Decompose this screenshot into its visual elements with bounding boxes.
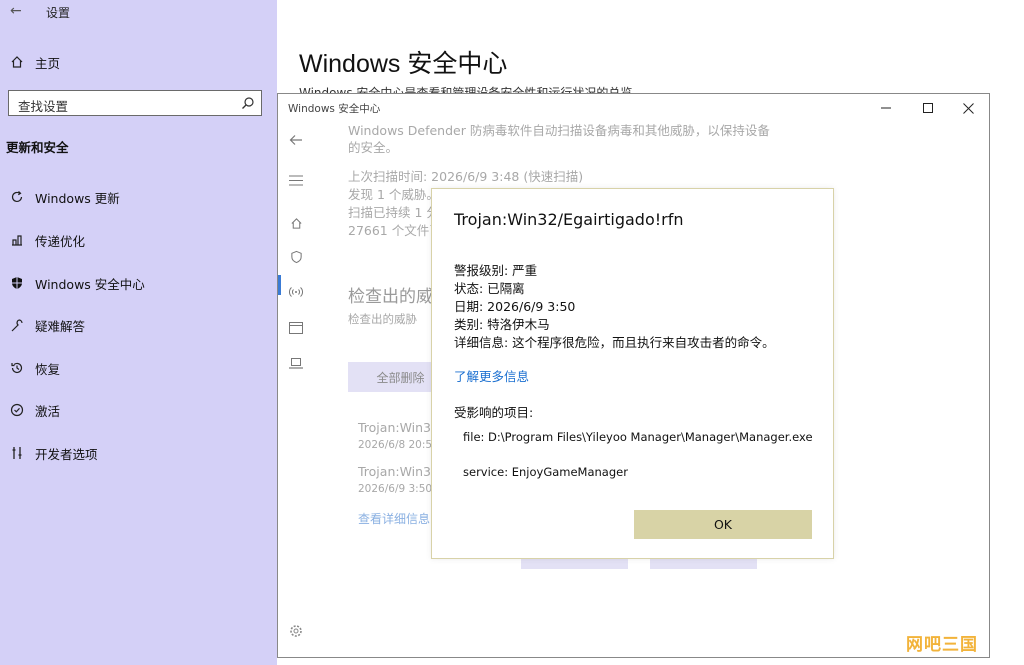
- affected-items-label: 受影响的项目:: [454, 405, 534, 420]
- shield-icon: [0, 276, 34, 290]
- learn-more-link[interactable]: 了解更多信息: [454, 366, 529, 385]
- refresh-icon: [0, 190, 34, 204]
- settings-title: 设置: [46, 6, 71, 20]
- sidebar-item-label: 恢复: [35, 361, 61, 377]
- status-text: 状态: 已隔离: [454, 281, 525, 296]
- sidebar-item-label: 激活: [35, 403, 61, 419]
- threat-name[interactable]: Trojan:Win32: [358, 420, 439, 435]
- maximize-button[interactable]: [908, 97, 948, 119]
- network-icon[interactable]: [278, 277, 314, 307]
- sidebar-item-label: 疑难解答: [35, 318, 86, 334]
- sidebar-item-label: 开发者选项: [35, 446, 98, 462]
- threat-date: 2026/6/8 20:51: [358, 439, 439, 451]
- scan-duration-text: 扫描已持续 1 分: [348, 205, 439, 220]
- search-placeholder: 查找设置: [18, 99, 69, 114]
- navigation-rail: [278, 122, 314, 657]
- settings-sidebar: ← 设置 主页 查找设置 更新和安全 Windows 更新 传递优化 Windo…: [0, 0, 277, 665]
- threats-found-text: 发现 1 个威胁。: [348, 187, 439, 202]
- history-icon: [0, 361, 34, 375]
- sidebar-item-activation[interactable]: 激活: [0, 393, 277, 427]
- settings-search-input[interactable]: 查找设置: [8, 90, 262, 116]
- threat-name[interactable]: Trojan:Win32: [358, 464, 439, 479]
- page-title: Windows 安全中心: [299, 50, 508, 78]
- description-text: Windows Defender 防病毒软件自动扫描设备病毒和其他威胁，以保持设…: [348, 123, 770, 138]
- severity-text: 警报级别: 严重: [454, 263, 538, 278]
- window-titlebar[interactable]: Windows 安全中心: [278, 94, 989, 122]
- ok-button[interactable]: OK: [634, 510, 812, 539]
- laptop-icon[interactable]: [278, 348, 314, 378]
- affected-item: service: EnjoyGameManager: [463, 465, 628, 479]
- section-heading: 更新和安全: [6, 140, 69, 155]
- sidebar-item-label: Windows 更新: [35, 190, 120, 206]
- section-heading: 检查出的威: [348, 287, 433, 307]
- sidebar-item-label: 主页: [35, 55, 61, 71]
- view-details-link[interactable]: 查看详细信息: [358, 510, 430, 527]
- threat-alert-dialog: Trojan:Win32/Egairtigado!rfn 警报级别: 严重 状态…: [431, 188, 834, 559]
- files-scanned-text: 27661 个文件已: [348, 223, 442, 238]
- home-icon: [0, 55, 34, 69]
- sidebar-item-security[interactable]: Windows 安全中心: [0, 266, 277, 300]
- sidebar-item-developer[interactable]: 开发者选项: [0, 436, 277, 470]
- date-text: 日期: 2026/6/9 3:50: [454, 299, 576, 314]
- browser-icon[interactable]: [278, 313, 314, 343]
- sidebar-item-windows-update[interactable]: Windows 更新: [0, 180, 277, 214]
- back-arrow-icon[interactable]: ←: [10, 3, 22, 19]
- sidebar-item-label: Windows 安全中心: [35, 276, 145, 292]
- window-title: Windows 安全中心: [288, 103, 381, 115]
- category-text: 类别: 特洛伊木马: [454, 317, 550, 332]
- sidebar-item-troubleshoot[interactable]: 疑难解答: [0, 308, 277, 342]
- sidebar-item-recovery[interactable]: 恢复: [0, 351, 277, 385]
- close-button[interactable]: [948, 97, 988, 119]
- section-subheading: 检查出的威胁: [348, 312, 417, 326]
- delivery-icon: [0, 233, 34, 247]
- description-text-cont: 的安全。: [348, 140, 399, 155]
- shield-icon[interactable]: [278, 242, 314, 272]
- home-icon[interactable]: [278, 208, 314, 238]
- sidebar-item-home[interactable]: 主页: [0, 45, 277, 79]
- details-text: 详细信息: 这个程序很危险，而且执行来自攻击者的命令。: [454, 335, 775, 350]
- gear-icon[interactable]: [278, 616, 314, 646]
- sidebar-item-delivery[interactable]: 传递优化: [0, 223, 277, 257]
- hamburger-menu-icon[interactable]: [278, 165, 314, 195]
- threat-title: Trojan:Win32/Egairtigado!rfn: [454, 210, 684, 229]
- back-arrow-icon[interactable]: [278, 125, 314, 155]
- minimize-button[interactable]: [866, 97, 906, 119]
- last-scan-text: 上次扫描时间: 2026/6/9 3:48 (快速扫描): [348, 169, 584, 184]
- sidebar-item-label: 传递优化: [35, 233, 86, 249]
- check-circle-icon: [0, 403, 34, 417]
- search-icon[interactable]: [241, 95, 255, 114]
- threat-date: 2026/6/9 3:50: [358, 483, 433, 495]
- affected-item: file: D:\Program Files\Yileyoo Manager\M…: [463, 430, 813, 444]
- developer-icon: [0, 446, 34, 460]
- watermark-logo: 网吧三国: [906, 635, 978, 655]
- wrench-icon: [0, 318, 34, 332]
